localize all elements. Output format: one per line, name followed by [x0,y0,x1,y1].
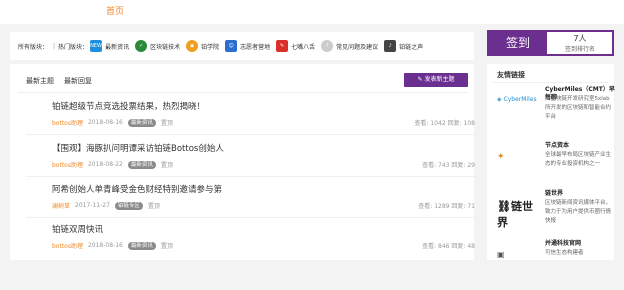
topic-views: 查看: 743 [422,162,450,169]
topic-meta: bottos助理 2018-08-16 最新资讯 置顶 [52,241,173,250]
topic-tag[interactable]: 最新资讯 [127,160,156,169]
topic-views: 查看: 1042 [414,120,446,127]
friend-link-desc: 区块链新闻资讯媒体平台，致力于为用户提供币圈行情快报 [545,200,612,224]
topic-title[interactable]: 铂链双周快讯 [52,223,103,235]
new-topic-button[interactable]: ✎ 发表新主题 [404,73,468,87]
top-navbar: 首页 [0,0,624,24]
blockchain-icon: ✓ [135,40,148,52]
signin-rank-link[interactable]: 签到排行名 [549,44,611,53]
list-item[interactable]: 铂链超级节点竞选投票结果，热烈揭晓！ bottos助理 2018-08-16 最… [26,100,476,138]
topic-meta: bottos助理 2018-08-22 最新资讯 置顶 [52,160,173,169]
friend-link-name[interactable]: 链世界 [545,190,615,198]
signin-button[interactable]: 签到 [489,32,547,54]
category-bar: 所有版块： | 热门版块： NEWS 最新资讯 ✓ 区块链技术 ◆ 铂学院 ☺ … [10,32,474,60]
topic-tag[interactable]: 最新资讯 [127,241,156,250]
hot-categories-label: 热门版块： [58,43,89,51]
list-item[interactable]: 阿希创始人单青峰受金色财经特别邀请参与第 澜树草 2017-11-27 铂链专区… [26,183,476,221]
topic-replies: 回复: 108 [447,120,475,127]
topic-replies: 回复: 29 [451,162,475,169]
cybermiles-logo: ◈ CyberMiles [497,96,537,103]
category-item-volunteer[interactable]: ☺ 志愿者营地 [225,40,270,52]
chat-icon: ✎ [276,40,289,52]
topic-author[interactable]: bottos助理 [52,118,83,127]
category-label: 常见问题及建议 [336,43,379,51]
voice-icon: ♪ [384,40,397,52]
category-label: 七嘴八舌 [291,43,316,51]
tab-latest-replies[interactable]: 最新回复 [64,76,92,86]
topic-tag[interactable]: 铂链专区 [114,201,143,210]
category-label: 铂链之声 [399,43,424,51]
divider [493,82,608,83]
topic-pinned: 置顶 [160,120,173,127]
topic-title[interactable]: 阿希创始人单青峰受金色财经特别邀请参与第 [52,183,222,195]
topic-author[interactable]: 澜树草 [52,201,70,210]
friend-link-item[interactable]: ⛓链世界 链世界 区块链新闻资讯媒体平台，致力于为用户提供币圈行情快报 [497,190,611,240]
row-divider [26,217,476,218]
category-item-blockchain[interactable]: ✓ 区块链技术 [135,40,180,52]
nav-home-link[interactable]: 首页 [106,4,124,17]
friend-link-name[interactable]: 并通科技官网 [545,240,615,248]
friend-link-desc: 由区块链开发研究室5xlab 所开发的区块链和智能合约平台 [545,96,612,120]
friend-links-header: 友情链接 [497,71,525,79]
category-label: 铂学院 [201,43,220,51]
signin-box: 签到 7人 签到排行名 [487,30,614,56]
friend-links-panel: 友情链接 ◈ CyberMiles CyberMiles（CMT）早每聊 由区块… [487,64,615,260]
topic-meta: 澜树草 2017-11-27 铂链专区 置顶 [52,201,160,210]
friend-link-desc: 可信生态构建者 [545,250,584,256]
topic-date: 2017-11-27 [75,202,110,209]
topic-title[interactable]: 【围观】海豚扒问明谭采访铂链Bottos创始人 [52,142,224,154]
topic-list-panel: 最新主题 最新回复 ✎ 发表新主题 铂链超级节点竞选投票结果，热烈揭晓！ bot… [10,64,476,261]
topic-stats: 查看: 1289 回复: 71 [418,201,475,210]
news-icon: NEWS [90,40,105,52]
tab-latest-topics[interactable]: 最新主题 [26,76,54,86]
topic-views: 查看: 1289 [418,203,450,210]
category-item-voice[interactable]: ♪ 铂链之声 [384,40,423,52]
topic-pinned: 置顶 [160,243,173,250]
chain-world-logo: ⛓链世界 [497,200,533,229]
volunteer-icon: ☺ [225,40,238,52]
list-item[interactable]: 铂链双周快讯 bottos助理 2018-08-16 最新资讯 置顶 查看: 8… [52,223,475,261]
topic-title[interactable]: 铂链超级节点竞选投票结果，热烈揭晓！ [52,100,205,112]
topic-pinned: 置顶 [160,162,173,169]
new-topic-label: 发表新主题 [424,76,455,83]
topic-tag[interactable]: 最新资讯 [127,118,156,127]
friend-link-name[interactable]: 节点资本 [545,142,615,150]
topic-pinned: 置顶 [147,203,160,210]
topic-tabs: 最新主题 最新回复 [26,76,92,86]
divider [18,92,468,93]
category-item-news[interactable]: NEWS 最新资讯 [90,40,129,52]
topic-stats: 查看: 1042 回复: 108 [414,118,475,127]
category-label: 最新资讯 [105,43,130,51]
topic-views: 查看: 846 [422,243,450,250]
category-label: 志愿者营地 [240,43,271,51]
topic-meta: bottos助理 2018-08-16 最新资讯 置顶 [52,118,173,127]
topic-stats: 查看: 743 回复: 29 [422,160,475,169]
friend-link-item[interactable]: ◈ CyberMiles CyberMiles（CMT）早每聊 由区块链开发研究… [497,86,615,136]
academy-icon: ◆ [186,40,199,52]
row-divider [26,134,476,135]
faq-icon: ? [321,40,334,52]
list-item[interactable]: 【围观】海豚扒问明谭采访铂链Bottos创始人 bottos助理 2018-08… [26,142,476,180]
topic-replies: 回复: 48 [451,243,475,250]
friend-link-item[interactable]: ▣ 并通科技官网 可信生态构建者 [497,240,609,290]
friend-link-desc: 全球最早布局区块链产业生态的专业投资机构之一 [545,152,612,167]
friend-link-item[interactable]: ✦ 节点资本 全球最早布局区块链产业生态的专业投资机构之一 [497,142,611,192]
topic-stats: 查看: 846 回复: 48 [422,241,475,250]
topic-date: 2018-08-16 [87,242,123,249]
bingtong-logo: ▣ [497,250,505,259]
topic-author[interactable]: bottos助理 [52,160,83,169]
category-item-academy[interactable]: ◆ 铂学院 [186,40,219,52]
topic-replies: 回复: 71 [451,203,475,210]
category-item-faq[interactable]: ? 常见问题及建议 [321,40,378,52]
signin-count: 7人 [573,34,587,43]
all-categories-label: 所有版块： [18,43,49,51]
topic-date: 2018-08-16 [87,119,123,126]
node-capital-logo: ✦ [497,152,505,162]
topic-date: 2018-08-22 [87,161,123,168]
row-divider [26,176,476,177]
topic-author[interactable]: bottos助理 [52,241,83,250]
category-separator: | [53,42,56,50]
category-item-chat[interactable]: ✎ 七嘴八舌 [276,40,315,52]
category-label: 区块链技术 [150,43,181,51]
